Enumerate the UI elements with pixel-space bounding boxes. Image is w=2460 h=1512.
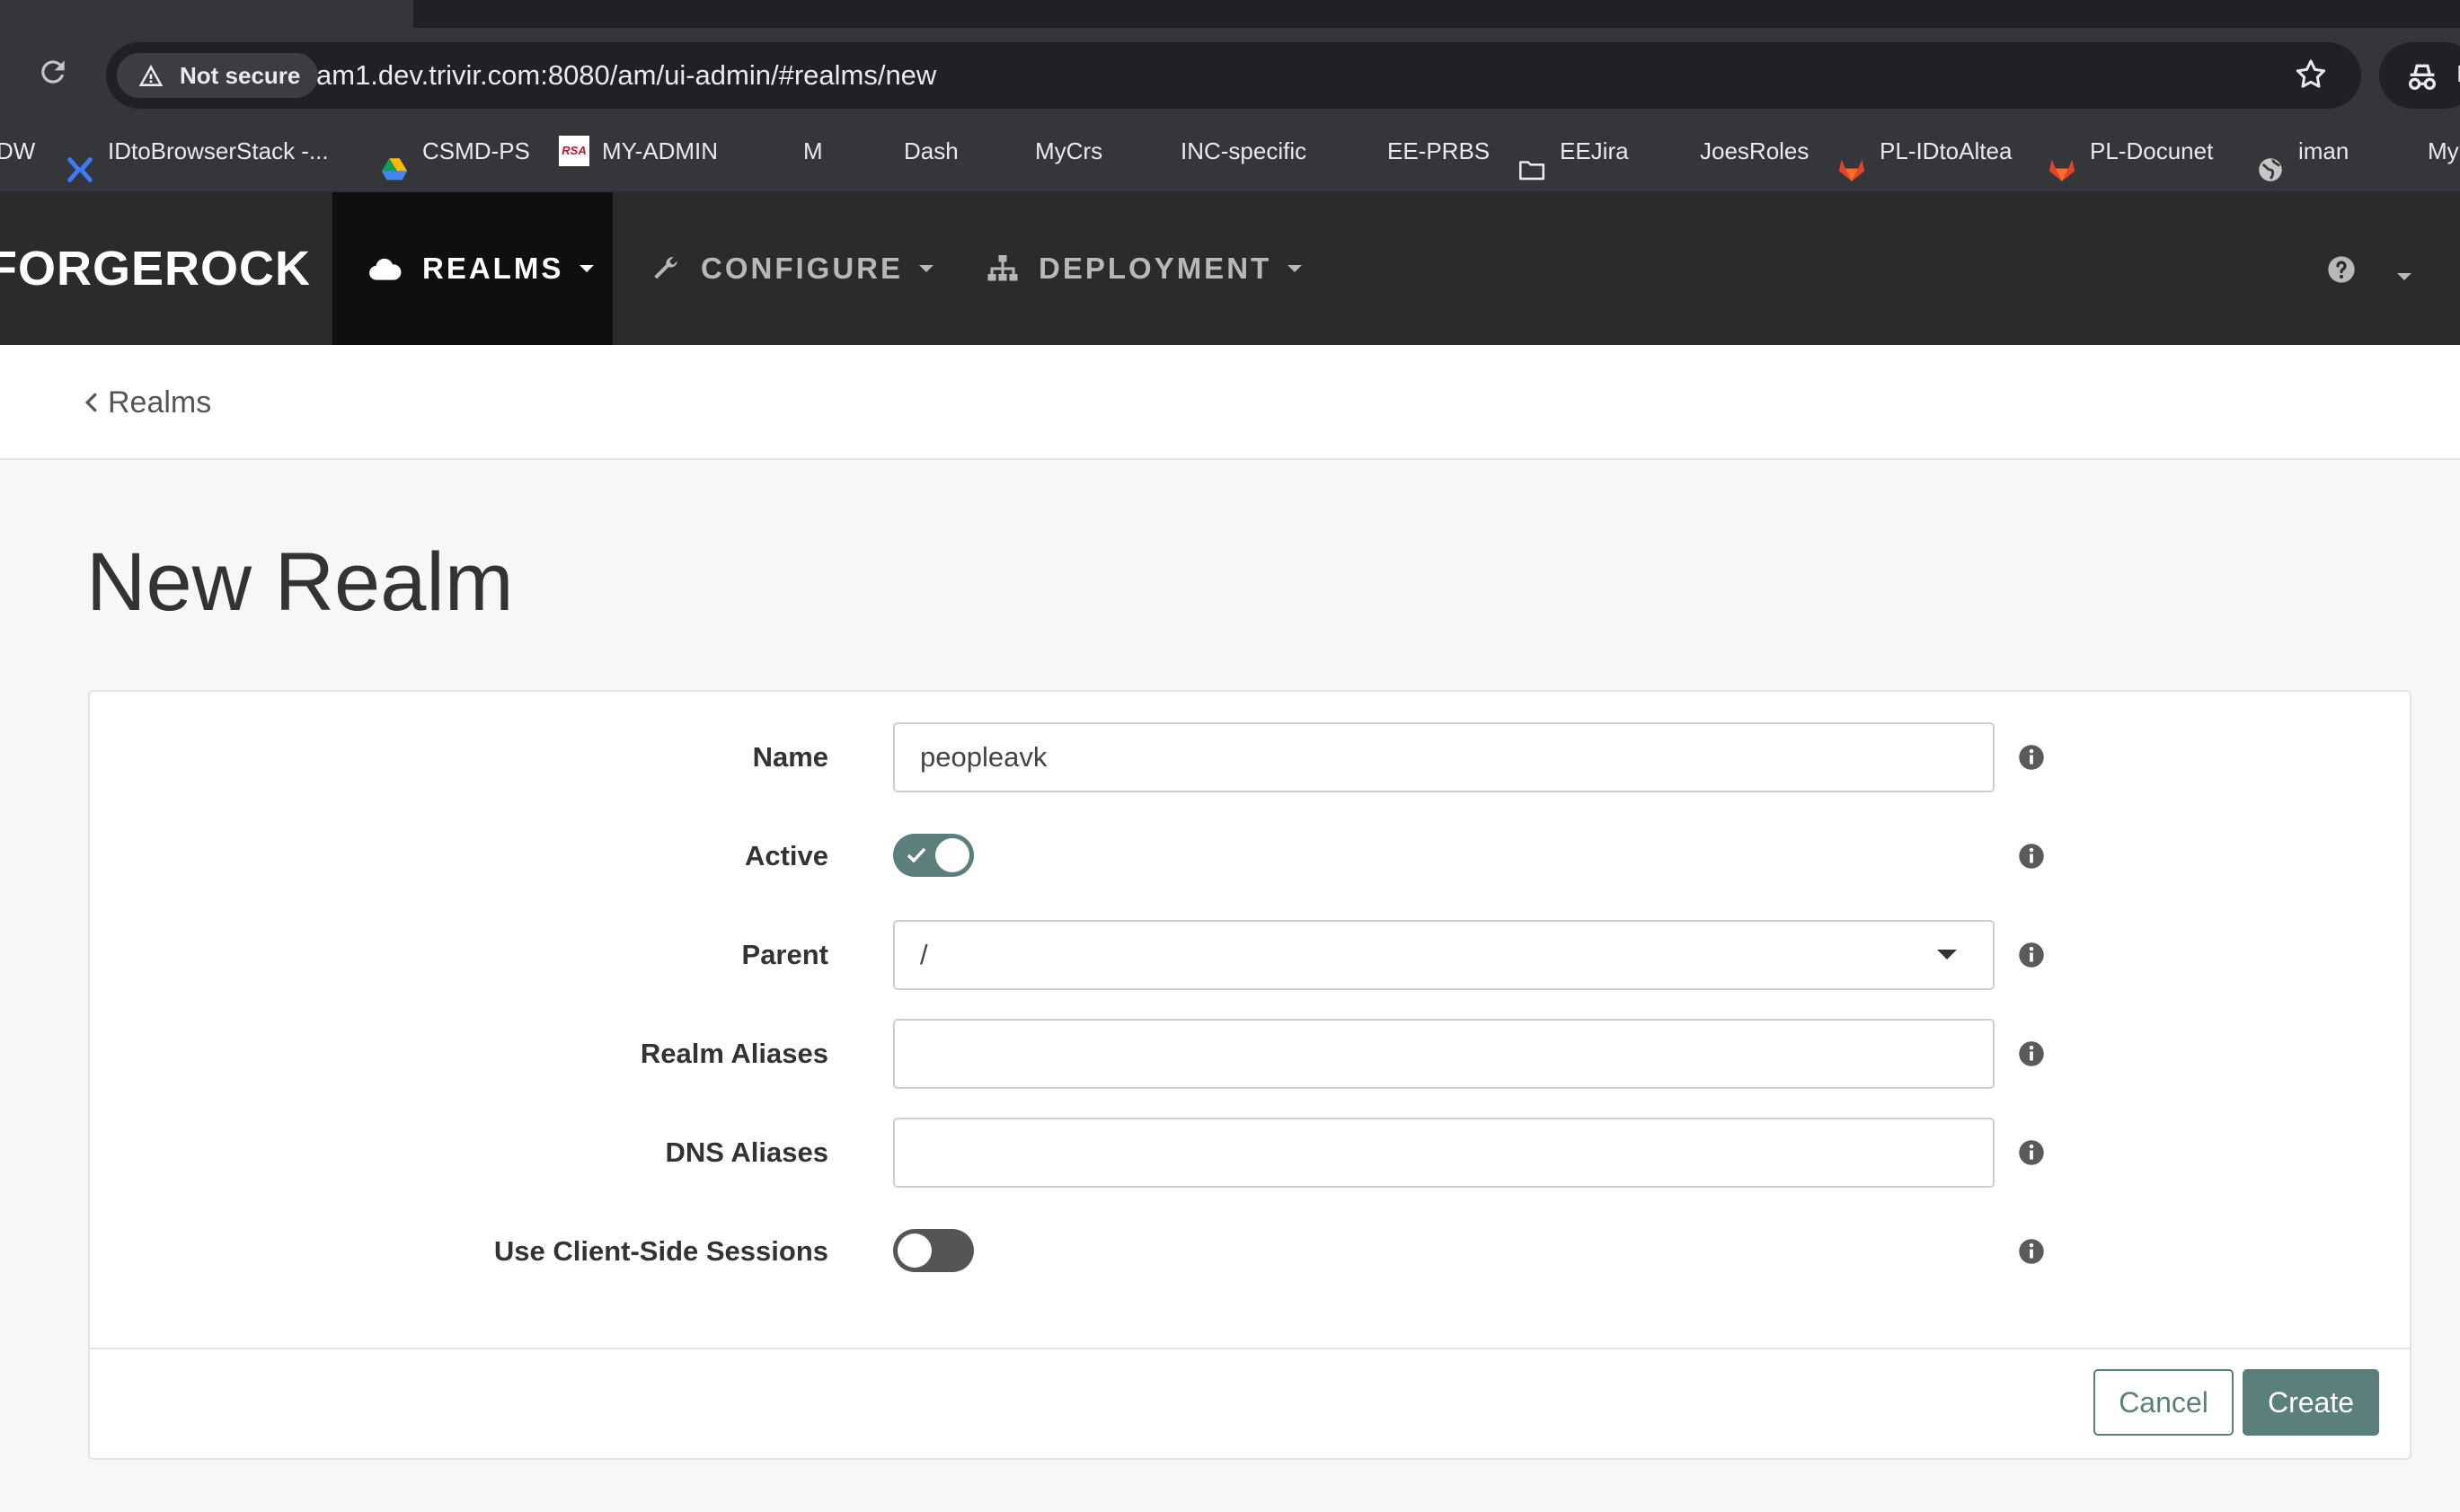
bookmark-item[interactable]: EE-PRBS [1344,110,1490,191]
reload-icon[interactable] [36,55,70,89]
info-icon[interactable] [2018,1040,2045,1067]
help-icon[interactable] [2327,255,2356,288]
info-icon[interactable] [2018,1238,2045,1265]
nav-configure-label: CONFIGURE [701,252,903,285]
checkmark-icon [907,847,926,863]
breadcrumb-bar: Realms [0,345,2460,460]
active-label: Active [744,840,828,871]
realm-aliases-input[interactable] [893,1019,1995,1089]
info-icon[interactable] [2018,843,2045,870]
bookmark-item[interactable]: My [2385,110,2459,191]
chevron-down-icon [2397,273,2411,280]
google-drive-icon [379,136,410,181]
gitlab-icon [2047,136,2077,181]
wrench-icon [654,257,677,279]
forgerock-logo[interactable]: FORGEROCK [0,192,311,345]
form-row-active: Active [90,821,2410,891]
bookmarks-bar: DW IDtoBrowserStack -... CSMD-PS RSA MY-… [0,110,2460,192]
toggle-knob [898,1233,932,1268]
info-icon[interactable] [2018,1139,2045,1166]
warning-icon [138,65,164,86]
parent-select[interactable]: / [893,920,1995,990]
breadcrumb-back-link[interactable]: Realms [84,345,211,460]
bookmark-star-icon[interactable] [2293,57,2329,97]
microsoft-icon [1657,136,1687,166]
microsoft-icon [760,136,791,166]
microsoft-icon [1137,136,1168,166]
cloud-icon [369,258,402,280]
create-button[interactable]: Create [2243,1369,2379,1436]
info-icon[interactable] [2018,942,2045,968]
parent-selected-value: / [920,939,928,970]
browser-active-tab[interactable] [0,0,413,28]
browser-tab-strip [0,0,2460,28]
bookmark-item[interactable]: MyCrs [992,110,1102,191]
profile-label: I [2456,60,2460,87]
form-row-name: Name [90,722,2410,792]
nav-configure[interactable]: CONFIGURE [650,192,934,345]
microsoft-icon [1344,136,1375,166]
realm-aliases-label: Realm Aliases [640,1038,828,1069]
cancel-button[interactable]: Cancel [2093,1369,2234,1436]
name-input[interactable] [893,722,1995,792]
microsoft-icon [861,136,891,166]
nav-deployment[interactable]: DEPLOYMENT [987,192,1303,345]
active-toggle[interactable] [893,834,974,877]
app-header: FORGEROCK REALMS CONFIGURE DEPLOYMENT [0,192,2460,345]
parent-label: Parent [741,939,828,970]
globe-icon [2255,136,2286,181]
address-bar[interactable]: Not secure am1.dev.trivir.com:8080/am/ui… [106,42,2361,109]
bookmark-item[interactable]: IDtoBrowserStack -... [65,110,329,191]
dropdown-caret-icon [1937,950,1957,959]
client-sessions-label: Use Client-Side Sessions [493,1235,828,1267]
toggle-knob [935,838,969,872]
chevron-down-icon [580,265,595,272]
security-label: Not secure [180,62,301,89]
microsoft-icon [2385,136,2415,166]
bookmark-item[interactable]: CSMD-PS [379,110,530,191]
security-badge[interactable]: Not secure [117,53,319,98]
nav-deployment-label: DEPLOYMENT [1039,252,1272,285]
user-menu-toggle[interactable] [2397,269,2411,285]
bookmark-item[interactable]: PL-IDtoAltea [1836,110,2012,191]
bookmark-item[interactable]: DW [0,110,35,191]
form-row-parent: Parent / [90,920,2410,990]
form-row-dns-aliases: DNS Aliases [90,1118,2410,1188]
form-row-client-side-sessions: Use Client-Side Sessions [90,1216,2410,1287]
breadcrumb-label: Realms [108,385,212,420]
dns-aliases-label: DNS Aliases [665,1136,829,1168]
browser-toolbar: Not secure am1.dev.trivir.com:8080/am/ui… [0,28,2460,110]
bookmark-item[interactable]: PL-Docunet [2047,110,2213,191]
chevron-left-icon [84,393,97,412]
bookmark-item[interactable]: M [760,110,823,191]
info-icon[interactable] [2018,744,2045,771]
form-row-realm-aliases: Realm Aliases [90,1019,2410,1089]
new-realm-form: Name Active Parent / Realm Aliases DNS A… [88,690,2411,1460]
bookmark-item[interactable]: JoesRoles [1657,110,1809,191]
bookmark-item[interactable]: iman [2255,110,2349,191]
form-footer: Cancel Create [90,1348,2410,1460]
incognito-icon [2409,64,2436,91]
chevron-down-icon [1288,265,1303,272]
page-title: New Realm [86,536,514,628]
nav-realms-label: REALMS [422,252,564,285]
dns-aliases-input[interactable] [893,1118,1995,1188]
client-sessions-toggle[interactable] [893,1229,974,1272]
rsa-icon: RSA [559,136,589,166]
gitlab-icon [1836,136,1867,181]
chevron-down-icon [919,265,934,272]
profile-button[interactable]: I [2379,42,2460,109]
name-label: Name [752,741,828,773]
folder-icon [1517,136,1547,181]
nav-realms[interactable]: REALMS [332,192,613,345]
bookmark-item[interactable]: INC-specific [1137,110,1306,191]
microsoft-icon [992,136,1022,166]
bookmark-item[interactable]: Dash [861,110,959,191]
bookmark-item[interactable]: RSA MY-ADMIN [559,110,718,191]
sitemap-icon [987,255,1018,281]
bookmark-item[interactable]: EEJira [1517,110,1629,191]
browserstack-icon [65,136,95,182]
url-text[interactable]: am1.dev.trivir.com:8080/am/ui-admin/#rea… [316,42,936,109]
